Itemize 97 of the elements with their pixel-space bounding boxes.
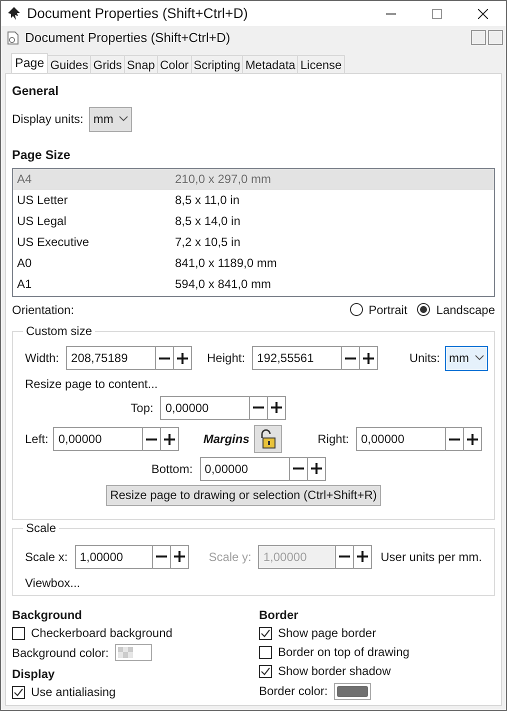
tab[interactable]: Guides xyxy=(48,55,92,73)
tab[interactable]: Scripting xyxy=(192,55,244,73)
panel-title: Document Properties (Shift+Ctrl+D) xyxy=(25,28,230,47)
tab[interactable]: Page xyxy=(11,53,48,73)
chevron-icon xyxy=(119,116,128,122)
checkbox[interactable] xyxy=(259,646,272,658)
tab[interactable]: Metadata xyxy=(243,55,298,73)
padlock-icon xyxy=(259,429,278,449)
spin-field[interactable]: 1,00000 xyxy=(74,544,153,568)
label: User units per mm. xyxy=(380,548,482,566)
section-heading: General xyxy=(12,83,60,100)
minus-button[interactable] xyxy=(342,346,360,370)
chevron-icon xyxy=(475,355,484,361)
checkbox-label: Show border shadow xyxy=(278,663,391,680)
label: Top: xyxy=(130,400,154,416)
section-heading: Page Size xyxy=(12,146,72,164)
label: Units: xyxy=(409,350,440,367)
margins-label: Margins xyxy=(203,431,250,448)
label: Scale y: xyxy=(208,548,252,566)
plus-icon xyxy=(310,463,322,474)
spin-field[interactable]: 0,00000 xyxy=(160,396,250,420)
minus-button[interactable] xyxy=(156,346,174,370)
checkbox-label: Use antialiasing xyxy=(31,684,116,701)
units-dropdown[interactable]: mm xyxy=(445,346,488,370)
minus-button[interactable] xyxy=(336,544,354,568)
minus-button[interactable] xyxy=(143,427,162,451)
link-text: Resize page to content... xyxy=(25,376,158,392)
checkbox-label: Border on top of drawing xyxy=(278,644,410,661)
label: Orientation: xyxy=(12,302,74,318)
tab[interactable]: Snap xyxy=(124,55,158,73)
plus-button[interactable] xyxy=(464,427,482,451)
document-icon xyxy=(6,30,20,44)
list-row[interactable]: A4 210,0 x 297,0 mm xyxy=(13,168,494,190)
plus-button[interactable] xyxy=(308,456,326,480)
color-swatch[interactable] xyxy=(114,644,152,661)
spin-field[interactable]: 208,75189 xyxy=(66,346,156,370)
label: Left: xyxy=(25,431,48,448)
check-icon xyxy=(260,628,271,638)
section-heading: Background xyxy=(12,606,84,624)
label: Width: xyxy=(25,350,60,367)
plus-button[interactable] xyxy=(354,544,372,568)
checkbox-label: Show page border xyxy=(278,625,376,642)
plus-button[interactable] xyxy=(170,544,189,568)
tab[interactable]: Grids xyxy=(91,55,125,73)
color-swatch[interactable] xyxy=(334,682,371,700)
app-icon xyxy=(6,6,22,22)
close-icon xyxy=(478,8,488,18)
label: Background color: xyxy=(12,644,109,662)
plus-icon xyxy=(164,434,176,444)
label: Scale x: xyxy=(25,548,68,566)
label: Bottom: xyxy=(151,460,193,478)
tab[interactable]: Color xyxy=(158,55,192,73)
label: Right: xyxy=(318,431,349,448)
checker-pattern-icon xyxy=(118,647,133,658)
plus-button[interactable] xyxy=(161,427,180,451)
maximize-icon xyxy=(432,8,442,18)
check-icon xyxy=(13,686,24,698)
spin-field[interactable]: 0,00000 xyxy=(53,427,144,451)
dropdown[interactable]: mm xyxy=(89,106,132,132)
tab[interactable]: License xyxy=(298,55,345,73)
section-heading: Display xyxy=(12,666,56,682)
plus-icon xyxy=(271,402,282,413)
radio-button[interactable] xyxy=(350,303,363,316)
plus-button[interactable] xyxy=(360,346,378,370)
label: Border color: xyxy=(259,683,328,700)
plus-icon xyxy=(467,434,478,444)
checkbox[interactable] xyxy=(259,626,272,640)
checkbox[interactable] xyxy=(12,686,25,698)
plus-icon xyxy=(363,352,374,364)
link-text: Viewbox... xyxy=(25,574,80,592)
minus-button[interactable] xyxy=(152,544,171,568)
spin-field[interactable]: 0,00000 xyxy=(356,427,446,451)
lock-button[interactable] xyxy=(254,425,282,453)
checkbox-label: Checkerboard background xyxy=(31,625,172,642)
plus-button[interactable] xyxy=(268,396,286,420)
window-title: Document Properties (Shift+Ctrl+D) xyxy=(27,4,248,23)
checkbox[interactable] xyxy=(12,626,25,640)
section-heading: Border xyxy=(259,606,300,624)
radio-label: Landscape xyxy=(436,302,495,318)
spin-field[interactable]: 0,00000 xyxy=(200,456,290,480)
checkbox[interactable] xyxy=(259,664,272,678)
plus-button[interactable] xyxy=(174,346,192,370)
plus-icon xyxy=(357,551,368,562)
spin-field[interactable]: 192,55561 xyxy=(252,346,342,370)
label: Height: xyxy=(207,350,246,367)
resize-button[interactable]: Resize page to drawing or selection (Ctrl+Shift+R) xyxy=(106,484,381,506)
label: Display units: xyxy=(12,111,84,128)
check-icon xyxy=(260,666,271,676)
radio-label: Portrait xyxy=(368,302,408,318)
plus-icon xyxy=(177,352,188,364)
plus-icon xyxy=(174,551,185,562)
minus-button[interactable] xyxy=(290,456,308,480)
frame-title: Scale xyxy=(23,520,60,534)
frame-title: Custom size xyxy=(23,324,96,338)
minus-button[interactable] xyxy=(446,427,464,451)
minus-button[interactable] xyxy=(250,396,268,420)
radio-button[interactable] xyxy=(417,303,430,316)
